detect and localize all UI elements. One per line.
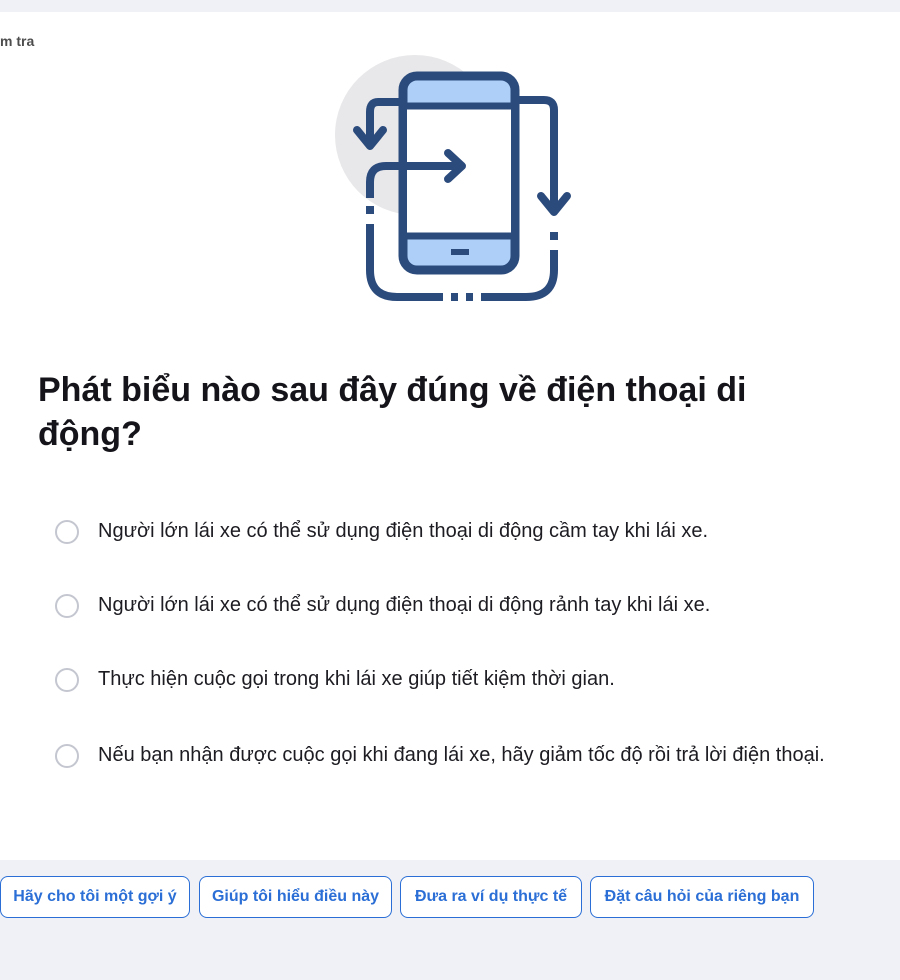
question-title: Phát biểu nào sau đây đúng về điện thoại… — [38, 371, 747, 453]
answer-option-4[interactable]: Nếu bạn nhận được cuộc gọi khi đang lái … — [55, 738, 858, 773]
explain-button[interactable]: Giúp tôi hiểu điều này — [199, 876, 392, 918]
real-example-button[interactable]: Đưa ra ví dụ thực tế — [400, 876, 582, 918]
radio-button-icon[interactable] — [55, 593, 79, 618]
answer-option-3[interactable]: Thực hiện cuộc gọi trong khi lái xe giúp… — [55, 662, 858, 697]
phone-with-swap-arrows-icon — [330, 50, 580, 310]
hint-button[interactable]: Hãy cho tôi một gợi ý — [0, 876, 190, 918]
answer-option-2[interactable]: Người lớn lái xe có thể sử dụng điện tho… — [55, 588, 858, 623]
radio-button-icon[interactable] — [55, 667, 79, 692]
answer-option-label: Người lớn lái xe có thể sử dụng điện tho… — [98, 594, 711, 616]
answer-option-label: Thực hiện cuộc gọi trong khi lái xe giúp… — [98, 668, 615, 690]
answer-option-label: Người lớn lái xe có thể sử dụng điện tho… — [98, 520, 708, 542]
radio-button-icon[interactable] — [55, 743, 79, 768]
answer-option-1[interactable]: Người lớn lái xe có thể sử dụng điện tho… — [55, 514, 858, 549]
ask-own-question-button[interactable]: Đặt câu hỏi của riêng bạn — [590, 876, 814, 918]
answer-option-label: Nếu bạn nhận được cuộc gọi khi đang lái … — [98, 744, 825, 766]
breadcrumb: m tra — [0, 33, 35, 49]
radio-button-icon[interactable] — [55, 519, 79, 544]
